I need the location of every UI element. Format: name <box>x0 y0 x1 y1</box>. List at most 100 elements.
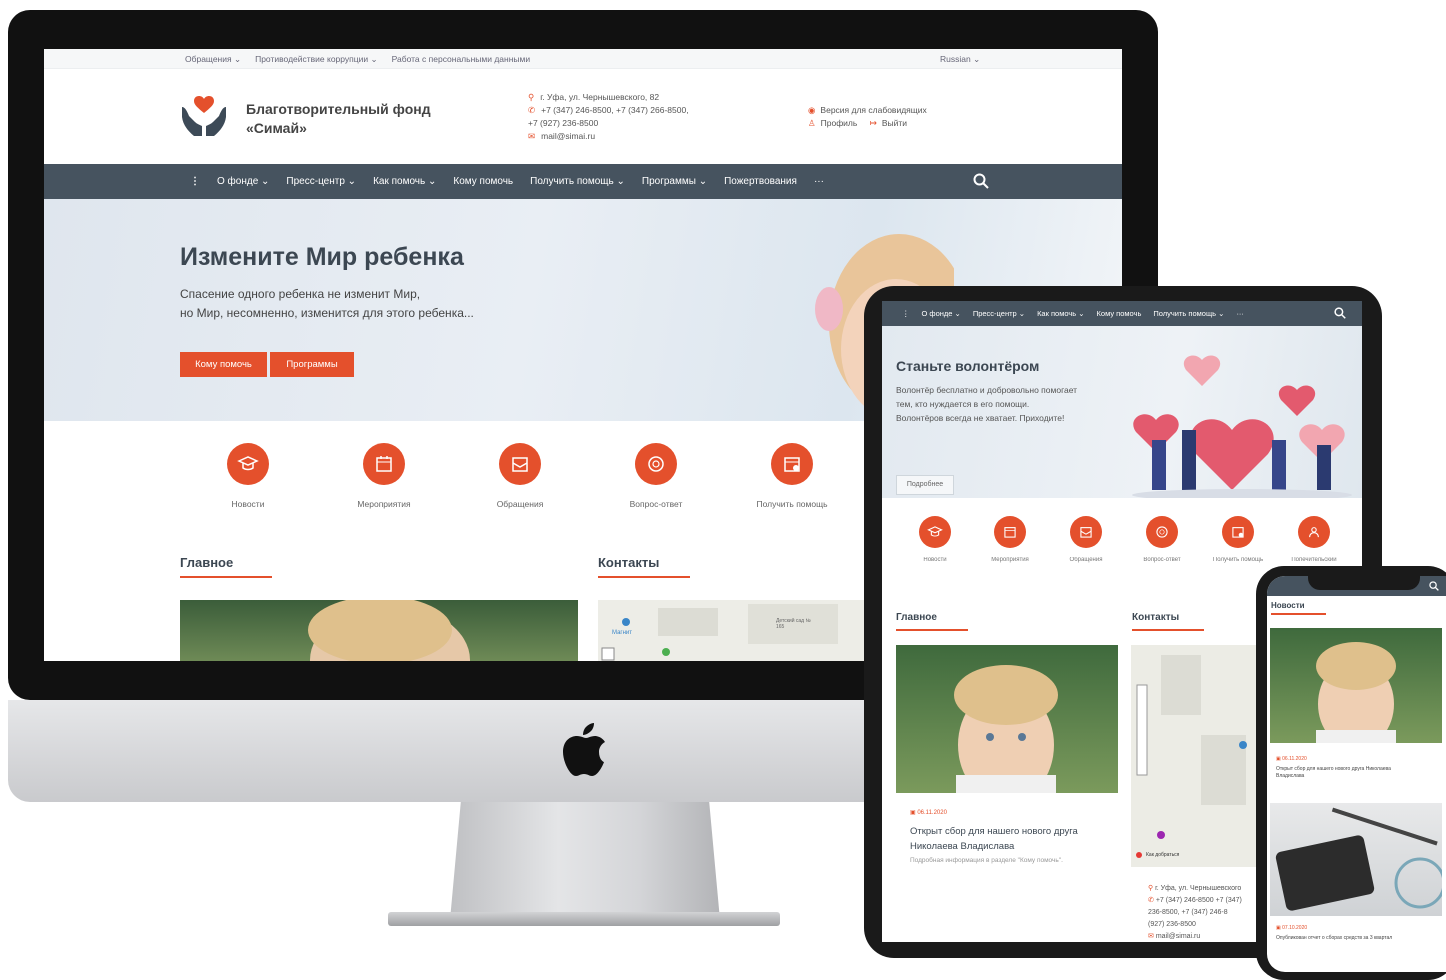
calendar-icon <box>1004 527 1016 538</box>
nav-item-press[interactable]: Пресс-центр ⌄ <box>286 176 356 187</box>
search-icon[interactable] <box>973 173 989 189</box>
user-icon: ♙ <box>808 118 816 128</box>
nav-item-about[interactable]: О фонде ⌄ <box>217 176 269 187</box>
calculator-photo <box>1275 807 1442 911</box>
nav-item-get-help[interactable]: Получить помощь ⌄ <box>530 176 625 187</box>
topbar-link-appeals[interactable]: Обращения ⌄ <box>185 54 241 65</box>
logout-icon: ↦ <box>869 118 877 128</box>
tablet-quick-faq[interactable]: Вопрос-ответ <box>1124 516 1200 563</box>
section-title-contacts: Контакты <box>598 555 660 570</box>
tablet-quick-appeals[interactable]: Обращения <box>1048 516 1124 563</box>
apple-logo-icon <box>563 723 605 776</box>
nav-menu-dots-icon[interactable]: ⋮ <box>190 176 200 187</box>
programs-button[interactable]: Программы <box>270 352 354 377</box>
graduation-cap-icon <box>237 456 259 471</box>
tablet-nav-get-help[interactable]: Получить помощь ⌄ <box>1153 309 1224 318</box>
news-photo-boy[interactable] <box>180 600 578 661</box>
nav-item-more[interactable]: ··· <box>814 176 824 187</box>
boy-photo <box>954 665 1058 793</box>
top-bar: Обращения ⌄ Противодействие коррупции ⌄ … <box>44 49 1122 69</box>
topbar-link-personal-data[interactable]: Работа с персональными данными <box>392 54 531 65</box>
profile-link[interactable]: ♙ Профиль <box>808 118 857 128</box>
tablet-news-date: ▣ 06.11.2020 <box>910 810 947 816</box>
quick-link-get-help[interactable]: Получить помощь <box>737 443 847 509</box>
calendar-check-icon <box>784 457 800 472</box>
phone-search-icon[interactable] <box>1429 581 1439 591</box>
phone-news-date-1: ▣ 06.11.2020 <box>1276 756 1307 762</box>
tablet-search-icon[interactable] <box>1334 307 1346 319</box>
site-header: Благотворительный фонд «Симай» ⚲ г. Уфа, … <box>44 69 1122 164</box>
boy-photo <box>308 600 470 661</box>
question-gear-icon <box>1156 526 1168 538</box>
phone-section-news: Новости <box>1271 601 1305 610</box>
logout-link[interactable]: ↦ Выйти <box>870 118 907 128</box>
phone-screen: ≡ Новости ▣ 06.11.2020 Открыт сбор для н… <box>1267 576 1446 972</box>
tablet-news-title[interactable]: Открыт сбор для нашего нового друга Нико… <box>910 824 1078 854</box>
section-underline <box>1132 629 1204 631</box>
map-graphic <box>598 600 864 661</box>
tablet-news-photo[interactable] <box>896 645 1118 793</box>
person-doc-icon <box>1309 527 1319 538</box>
quick-link-events[interactable]: Мероприятия <box>329 443 439 509</box>
phone-notch <box>1308 572 1420 590</box>
tablet-nav-dots-icon[interactable]: ⋮ <box>902 309 910 318</box>
calendar-icon <box>376 456 392 472</box>
tablet-hero: Станьте волонтёром Волонтёр бесплатно и … <box>882 326 1362 498</box>
tablet-nav-whom-to-help[interactable]: Кому помочь <box>1097 309 1142 318</box>
phone-news-photo-2[interactable] <box>1270 803 1442 916</box>
tablet-section-contacts: Контакты <box>1132 612 1180 623</box>
section-underline <box>1271 613 1326 615</box>
language-select[interactable]: Russian ⌄ <box>940 54 980 65</box>
map-graphic <box>1136 655 1247 858</box>
section-underline <box>180 576 272 578</box>
phone-news-title-2[interactable]: Опубликован отчет о сборах средств за 3 … <box>1276 935 1392 941</box>
org-name[interactable]: Благотворительный фонд «Симай» <box>246 100 466 138</box>
tablet-news-desc: Подробная информация в разделе "Кому пом… <box>910 857 1063 864</box>
header-user-links: ◉ Версия для слабовидящих ♙ Профиль ↦ Выйти <box>808 104 927 130</box>
mail-icon: ✉ <box>1148 933 1154 940</box>
nav-item-how-to-help[interactable]: Как помочь ⌄ <box>373 176 436 187</box>
location-pin-icon: ⚲ <box>1148 885 1154 892</box>
contacts-map[interactable]: Магнит Детский сад № 165 <box>598 600 864 661</box>
quick-link-appeals[interactable]: Обращения <box>465 443 575 509</box>
tablet-nav-more[interactable]: ··· <box>1236 309 1244 318</box>
imac-stand <box>450 802 720 920</box>
topbar-link-anticorruption[interactable]: Противодействие коррупции ⌄ <box>255 54 378 65</box>
section-title-main: Главное <box>180 555 234 570</box>
tablet-hero-title: Станьте волонтёром <box>896 358 1040 374</box>
tablet-quick-events[interactable]: Мероприятия <box>972 516 1048 563</box>
hands-heart-logo-icon[interactable] <box>180 93 228 137</box>
nav-item-whom-to-help[interactable]: Кому помочь <box>453 176 513 187</box>
nav-item-programs[interactable]: Программы ⌄ <box>642 176 707 187</box>
map-route-link[interactable]: Как добраться <box>1146 852 1179 858</box>
phone-icon: ✆ <box>528 105 536 115</box>
hero-title: Измените Мир ребенка <box>180 243 464 271</box>
tablet-nav-how-to-help[interactable]: Как помочь ⌄ <box>1037 309 1084 318</box>
tablet-nav-about[interactable]: О фонде ⌄ <box>922 309 961 318</box>
whom-to-help-button[interactable]: Кому помочь <box>180 352 267 377</box>
tablet-nav-press[interactable]: Пресс-центр ⌄ <box>973 309 1025 318</box>
quick-link-faq[interactable]: Вопрос-ответ <box>601 443 711 509</box>
quick-link-news[interactable]: Новости <box>193 443 303 509</box>
envelope-icon <box>512 457 528 472</box>
phone-news-title-1[interactable]: Открыт сбор для нашего нового друга Нико… <box>1276 766 1441 780</box>
tablet-more-button[interactable]: Подробнее <box>896 475 954 495</box>
boy-photo <box>1316 642 1396 743</box>
phone-icon: ✆ <box>1148 897 1154 904</box>
eye-icon: ◉ <box>808 105 816 115</box>
mail-icon: ✉ <box>528 131 536 141</box>
phone-news-date-2: ▣ 07.10.2020 <box>1276 925 1308 931</box>
question-gear-icon <box>648 456 664 472</box>
envelope-icon <box>1080 527 1092 538</box>
tablet-quick-get-help[interactable]: Получить помощь <box>1200 516 1276 563</box>
nav-item-donations[interactable]: Пожертвования <box>724 176 797 187</box>
tablet-hero-text: Волонтёр бесплатно и добровольно помогае… <box>896 385 1078 423</box>
tablet-quick-news[interactable]: Новости <box>897 516 973 563</box>
phone-news-photo-1[interactable] <box>1270 628 1442 743</box>
map-label-magnit: Магнит <box>612 630 633 636</box>
accessibility-link[interactable]: ◉ Версия для слабовидящих <box>808 104 927 117</box>
tablet-contacts-map[interactable]: Как добраться <box>1131 645 1256 867</box>
tablet-quick-trustees[interactable]: Попечительский <box>1276 516 1352 563</box>
tablet-contacts-info: ⚲ г. Уфа, ул. Чернышевского ✆ +7 (347) 2… <box>1148 885 1242 940</box>
tablet-nav: ⋮ О фонде ⌄ Пресс-центр ⌄ Как помочь ⌄ К… <box>882 301 1362 326</box>
